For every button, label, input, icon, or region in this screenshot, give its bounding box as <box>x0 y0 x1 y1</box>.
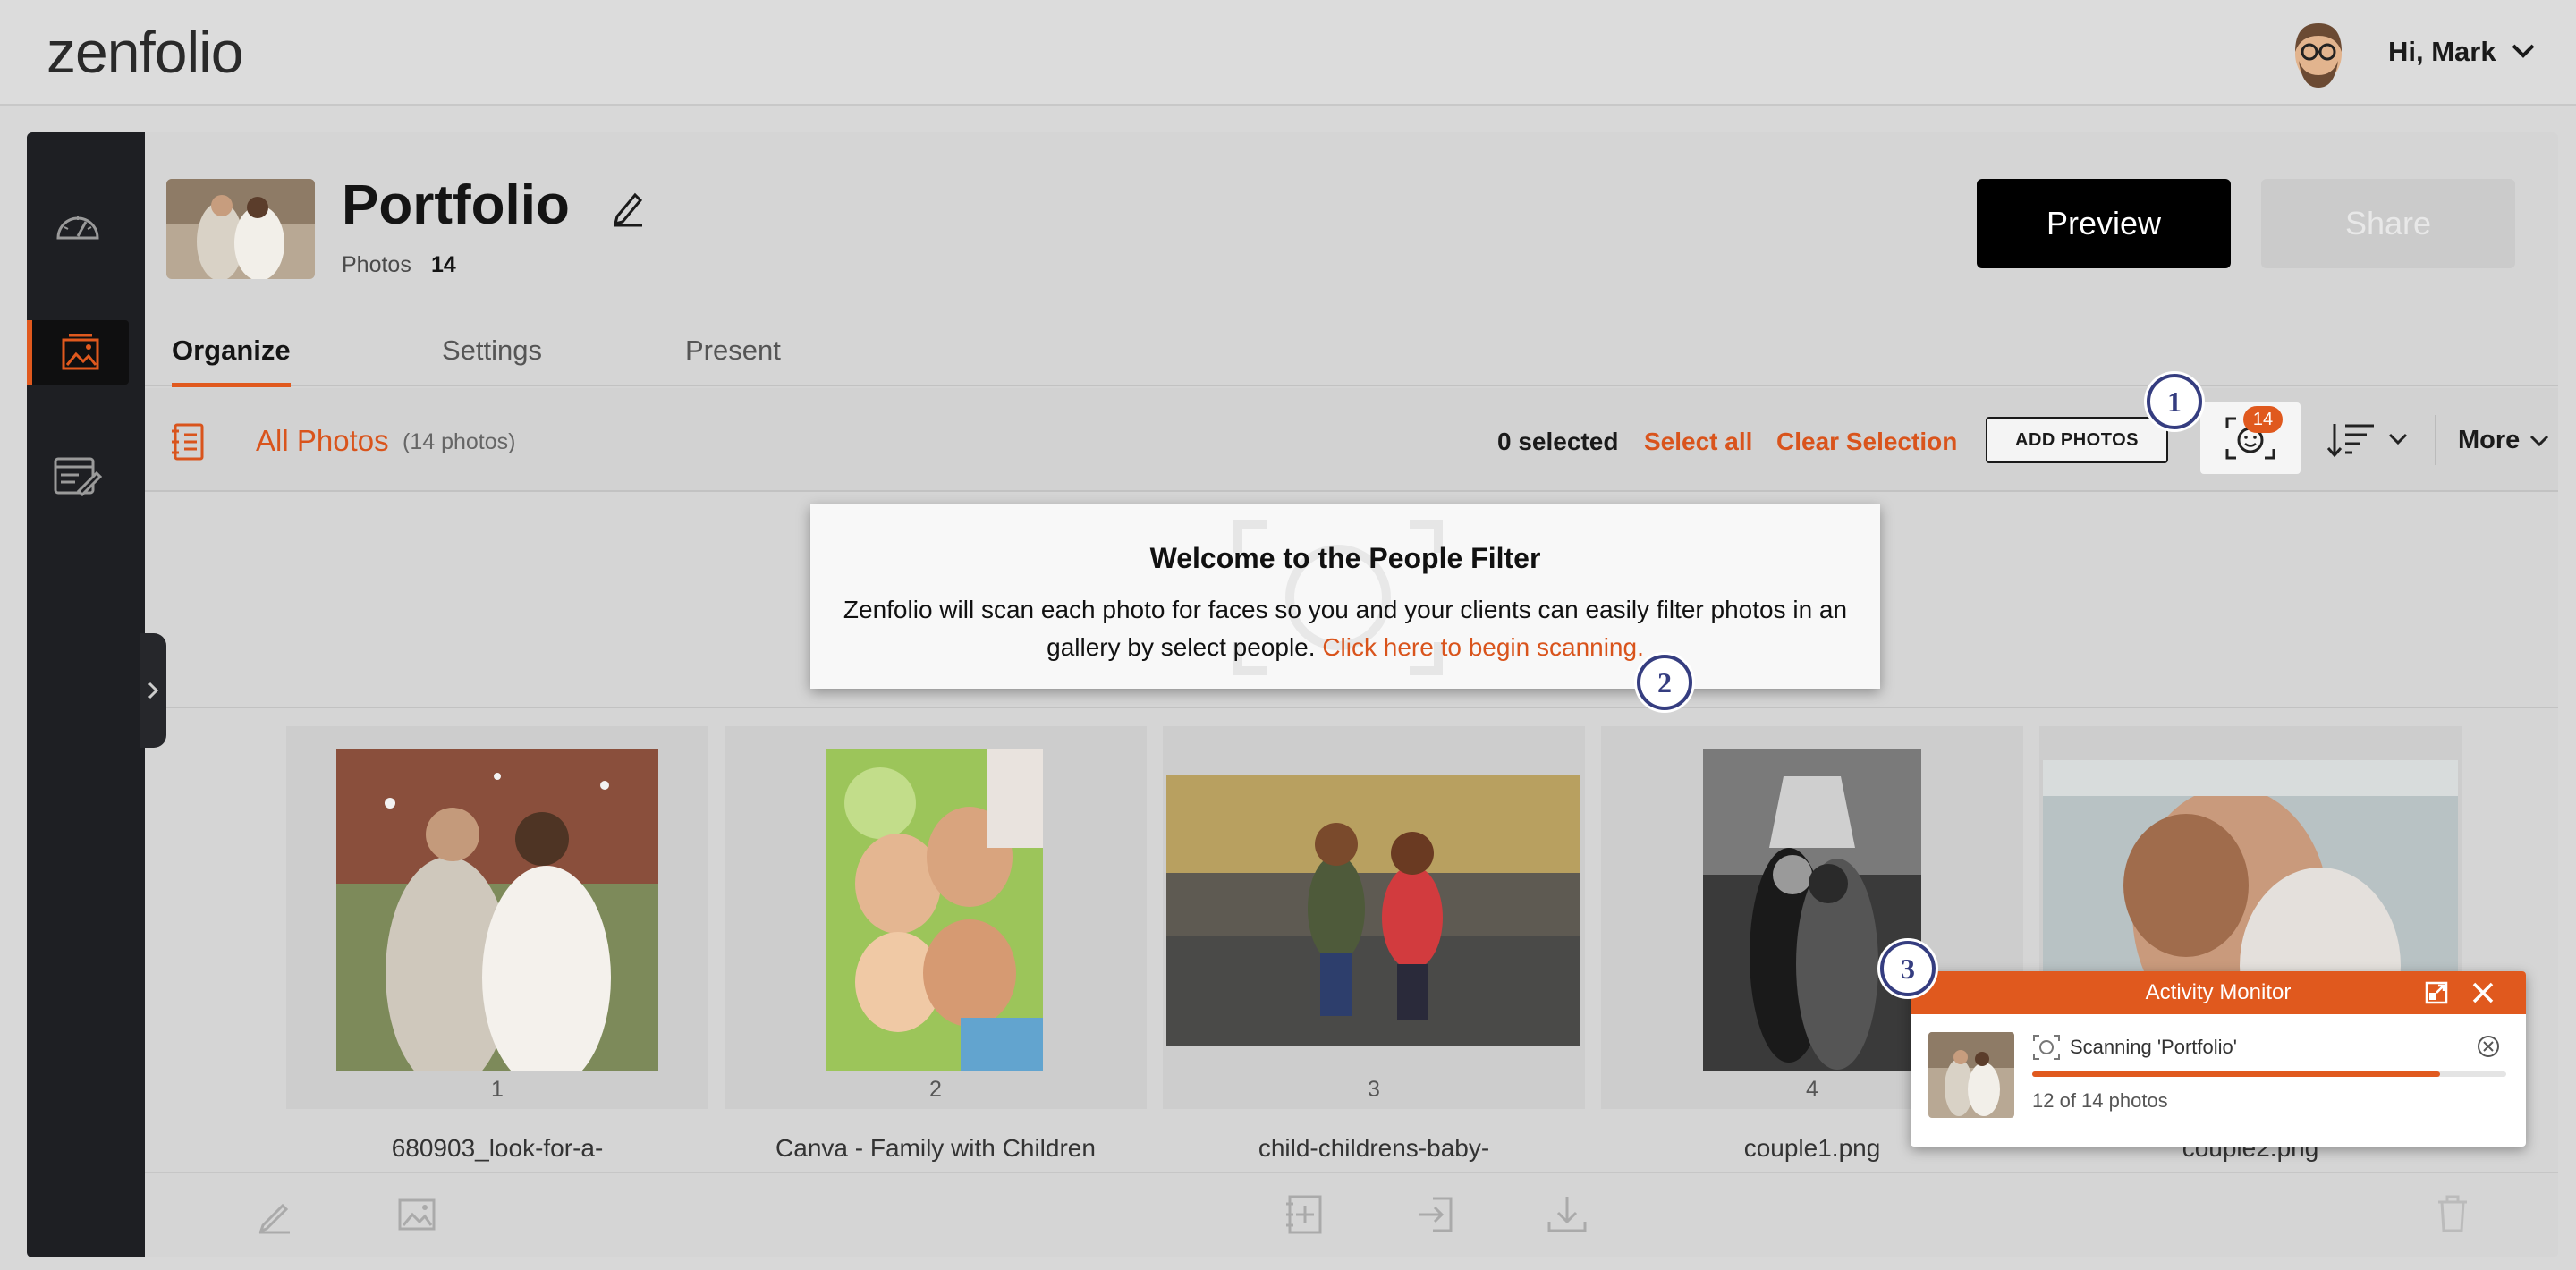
pencil-icon[interactable] <box>254 1193 297 1236</box>
add-gallery-icon[interactable] <box>1283 1193 1326 1236</box>
photo-thumbnail[interactable] <box>1166 775 1580 1046</box>
photo-filename[interactable]: Canva - Family with Children <box>724 1134 1147 1163</box>
zenfolio-logo[interactable]: zenfolio <box>47 18 243 86</box>
step-marker-3: 3 <box>1880 941 1936 996</box>
photos-count-label: Photos <box>342 252 411 277</box>
bulk-action-bar <box>145 1172 2558 1257</box>
avatar[interactable] <box>2284 16 2352 91</box>
photo-card[interactable]: 1 <box>286 726 708 1109</box>
user-greeting[interactable]: Hi, Mark <box>2388 36 2496 68</box>
people-filter-banner-zone: Welcome to the People Filter Zenfolio wi… <box>145 494 2558 708</box>
photo-card[interactable]: 2 <box>724 726 1147 1109</box>
gallery-image-icon <box>62 334 99 370</box>
chevron-down-icon[interactable] <box>2508 38 2538 64</box>
pencil-icon[interactable] <box>610 188 646 227</box>
close-icon[interactable] <box>2469 978 2497 1007</box>
preview-button[interactable]: Preview <box>1977 179 2231 268</box>
begin-scanning-link[interactable]: Click here to begin scanning. <box>1322 633 1644 661</box>
tab-organize[interactable]: Organize <box>172 334 291 387</box>
all-photos-link[interactable]: All Photos <box>256 424 389 458</box>
add-photos-button[interactable]: ADD PHOTOS <box>1986 417 2168 463</box>
trash-icon[interactable] <box>2431 1193 2474 1236</box>
top-bar: zenfolio Hi, Mark <box>0 0 2576 106</box>
photo-thumbnail[interactable] <box>826 749 1043 1071</box>
photo-number: 1 <box>491 1077 504 1102</box>
clear-selection-button[interactable]: Clear Selection <box>1776 428 1957 456</box>
selected-count: 0 selected <box>1497 428 1619 455</box>
toolbar-divider <box>2435 415 2436 465</box>
photo-number: 3 <box>1368 1077 1380 1102</box>
share-button[interactable]: Share <box>2261 179 2515 268</box>
photo-thumbnail[interactable] <box>1703 749 1921 1071</box>
expand-icon[interactable] <box>2424 980 2449 1005</box>
scan-progress-fill <box>2032 1071 2440 1077</box>
select-all-button[interactable]: Select all <box>1644 428 1752 456</box>
sidebar-expand-toggle[interactable] <box>140 633 166 748</box>
tab-settings[interactable]: Settings <box>442 334 542 383</box>
welcome-title: Welcome to the People Filter <box>1149 542 1541 574</box>
people-filter-welcome-popup: Welcome to the People Filter Zenfolio wi… <box>810 504 1880 689</box>
scan-progress-text: 12 of 14 photos <box>2032 1089 2168 1112</box>
photos-count-value: 14 <box>431 252 456 277</box>
photo-filename[interactable]: 680903_look-for-a- <box>286 1134 708 1163</box>
step-marker-1: 1 <box>2147 374 2202 429</box>
photo-thumbnail[interactable] <box>336 749 658 1071</box>
download-icon[interactable] <box>1546 1193 1589 1236</box>
sidebar-item-galleries[interactable] <box>27 320 129 385</box>
album-list-icon[interactable] <box>170 422 206 461</box>
sort-icon[interactable] <box>2326 420 2411 460</box>
photo-card[interactable]: 3 <box>1163 726 1585 1109</box>
website-edit-icon <box>54 457 103 497</box>
move-icon[interactable] <box>1415 1193 1458 1236</box>
face-scan-icon <box>2032 1034 2061 1061</box>
activity-monitor-header: Activity Monitor <box>1911 971 2526 1014</box>
photo-number: 2 <box>929 1077 942 1102</box>
scanning-status: Scanning 'Portfolio' <box>2070 1036 2237 1058</box>
chevron-down-icon[interactable] <box>2528 431 2551 451</box>
cancel-icon[interactable] <box>2476 1034 2501 1059</box>
image-icon[interactable] <box>395 1193 438 1236</box>
scan-progress-bar <box>2032 1071 2506 1077</box>
tab-bar: Organize Settings Present <box>145 329 2558 387</box>
sidebar <box>27 132 145 1257</box>
welcome-text: Zenfolio will scan each photo for faces … <box>826 591 1864 666</box>
activity-thumbnail <box>1928 1032 2014 1118</box>
gallery-title: Portfolio <box>342 174 570 236</box>
more-menu-button[interactable]: More <box>2458 426 2520 455</box>
all-photos-count: (14 photos) <box>402 429 516 454</box>
activity-monitor-panel: Activity Monitor Scanning 'Portfolio' 12… <box>1911 971 2526 1147</box>
photo-filename[interactable]: child-childrens-baby- <box>1163 1134 1585 1163</box>
sidebar-item-dashboard[interactable] <box>27 193 129 258</box>
sidebar-item-website[interactable] <box>27 445 129 510</box>
step-marker-2: 2 <box>1637 655 1692 710</box>
dashboard-gauge-icon <box>56 216 99 240</box>
tab-present[interactable]: Present <box>685 334 781 383</box>
chevron-right-icon <box>148 682 159 699</box>
gallery-cover-thumbnail[interactable] <box>166 179 315 279</box>
people-count-badge: 14 <box>2243 406 2283 433</box>
